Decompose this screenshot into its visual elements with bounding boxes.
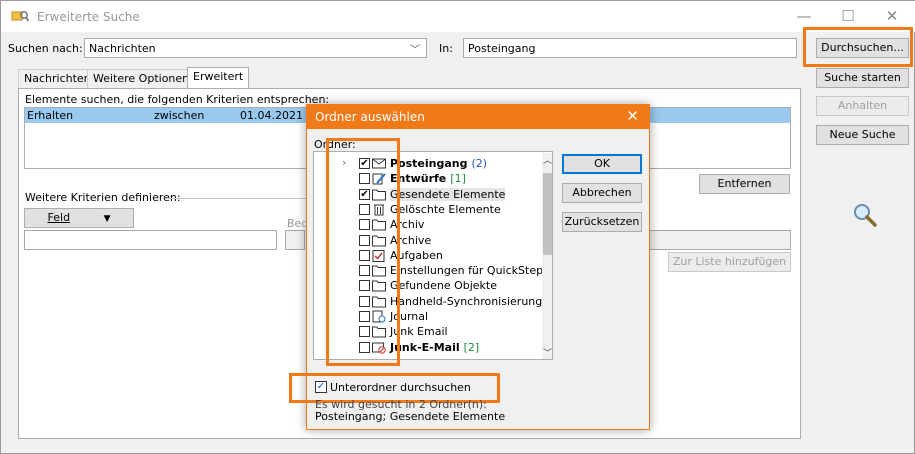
folder-count: [1] xyxy=(450,172,466,186)
chevron-down-icon: ﹀ xyxy=(410,45,420,56)
scrollbar-thumb[interactable] xyxy=(543,173,552,255)
window-title: Erweiterte Suche xyxy=(37,10,140,24)
subfolders-label: Unterordner durchsuchen xyxy=(330,381,471,394)
close-button[interactable]: ✕ xyxy=(870,5,914,29)
folder-name: Posteingang xyxy=(390,157,468,170)
divider xyxy=(170,198,310,199)
field-dropdown-button[interactable]: Feld ▼ xyxy=(24,208,134,228)
magnifier-icon xyxy=(854,204,877,227)
in-label: In: xyxy=(439,42,453,55)
folder-name: Gesendete Elemente xyxy=(390,187,506,201)
field-button-label: Feld xyxy=(47,211,71,224)
folder-name: Gelöschte Elemente xyxy=(390,202,501,216)
caret-down-icon: ▼ xyxy=(103,214,111,224)
search-app-icon xyxy=(11,10,29,22)
folder-name: Gefundene Objekte xyxy=(390,279,498,293)
cancel-button[interactable]: Abbrechen xyxy=(562,183,642,203)
scroll-down-icon[interactable]: ﹀ xyxy=(543,346,552,359)
folder-name: Handheld-Synchronisierung xyxy=(390,294,543,308)
criteria-condition: zwischen xyxy=(154,109,205,122)
tab-more-options[interactable]: Weitere Optionen xyxy=(87,69,196,88)
folder-count: [2] xyxy=(463,340,480,354)
search-for-dropdown[interactable]: Nachrichten ﹀ xyxy=(84,38,427,58)
dialog-title-bar: Ordner auswählen ✕ xyxy=(307,105,649,129)
start-search-button[interactable]: Suche starten xyxy=(816,68,909,88)
in-field[interactable]: Posteingang xyxy=(463,38,797,58)
field-input[interactable] xyxy=(24,230,277,250)
remove-button[interactable]: Entfernen xyxy=(699,174,790,194)
tab-messages[interactable]: Nachrichten xyxy=(18,69,97,88)
tab-advanced[interactable]: Erweitert xyxy=(187,67,250,89)
in-value: Posteingang xyxy=(468,42,536,55)
advanced-search-window: Erweiterte Suche — ☐ ✕ Suchen nach: Nach… xyxy=(0,0,915,454)
checkbox-column-highlight xyxy=(326,138,400,366)
title-bar: Erweiterte Suche — ☐ ✕ xyxy=(1,1,915,32)
maximize-button[interactable]: ☐ xyxy=(826,5,870,29)
condition-input[interactable] xyxy=(285,230,305,250)
search-for-value: Nachrichten xyxy=(89,42,156,55)
dialog-title: Ordner auswählen xyxy=(315,110,425,124)
criteria-field: Erhalten xyxy=(27,109,74,122)
more-criteria-label: Weitere Kriterien definieren: xyxy=(25,191,181,204)
search-for-label: Suchen nach: xyxy=(8,42,83,55)
subfolders-checkbox[interactable]: ✓ xyxy=(315,381,327,393)
scroll-up-icon[interactable]: ︿ xyxy=(543,153,552,166)
criteria-header: Elemente suchen, die folgenden Kriterien… xyxy=(25,93,330,106)
reset-button[interactable]: Zurücksetzen xyxy=(562,212,642,232)
folder-select-dialog: Ordner auswählen ✕ Ordner: › ✔ Posteingang… xyxy=(289,104,650,430)
add-to-list-button[interactable]: Zur Liste hinzufügen xyxy=(668,252,791,272)
dialog-close-icon[interactable]: ✕ xyxy=(626,107,639,125)
status-folders: Posteingang; Gesendete Elemente xyxy=(315,410,506,423)
folder-name: Einstellungen für QuickSteps xyxy=(390,264,549,278)
folder-count: (2) xyxy=(471,157,488,170)
value-input[interactable] xyxy=(646,230,791,250)
minimize-button[interactable]: — xyxy=(782,5,826,29)
ok-button[interactable]: OK xyxy=(562,154,642,174)
folder-name: Junk-E-Mail xyxy=(390,340,460,354)
browse-button[interactable]: Durchsuchen... xyxy=(816,38,909,58)
stop-button[interactable]: Anhalten xyxy=(816,96,909,116)
new-search-button[interactable]: Neue Suche xyxy=(816,125,909,145)
